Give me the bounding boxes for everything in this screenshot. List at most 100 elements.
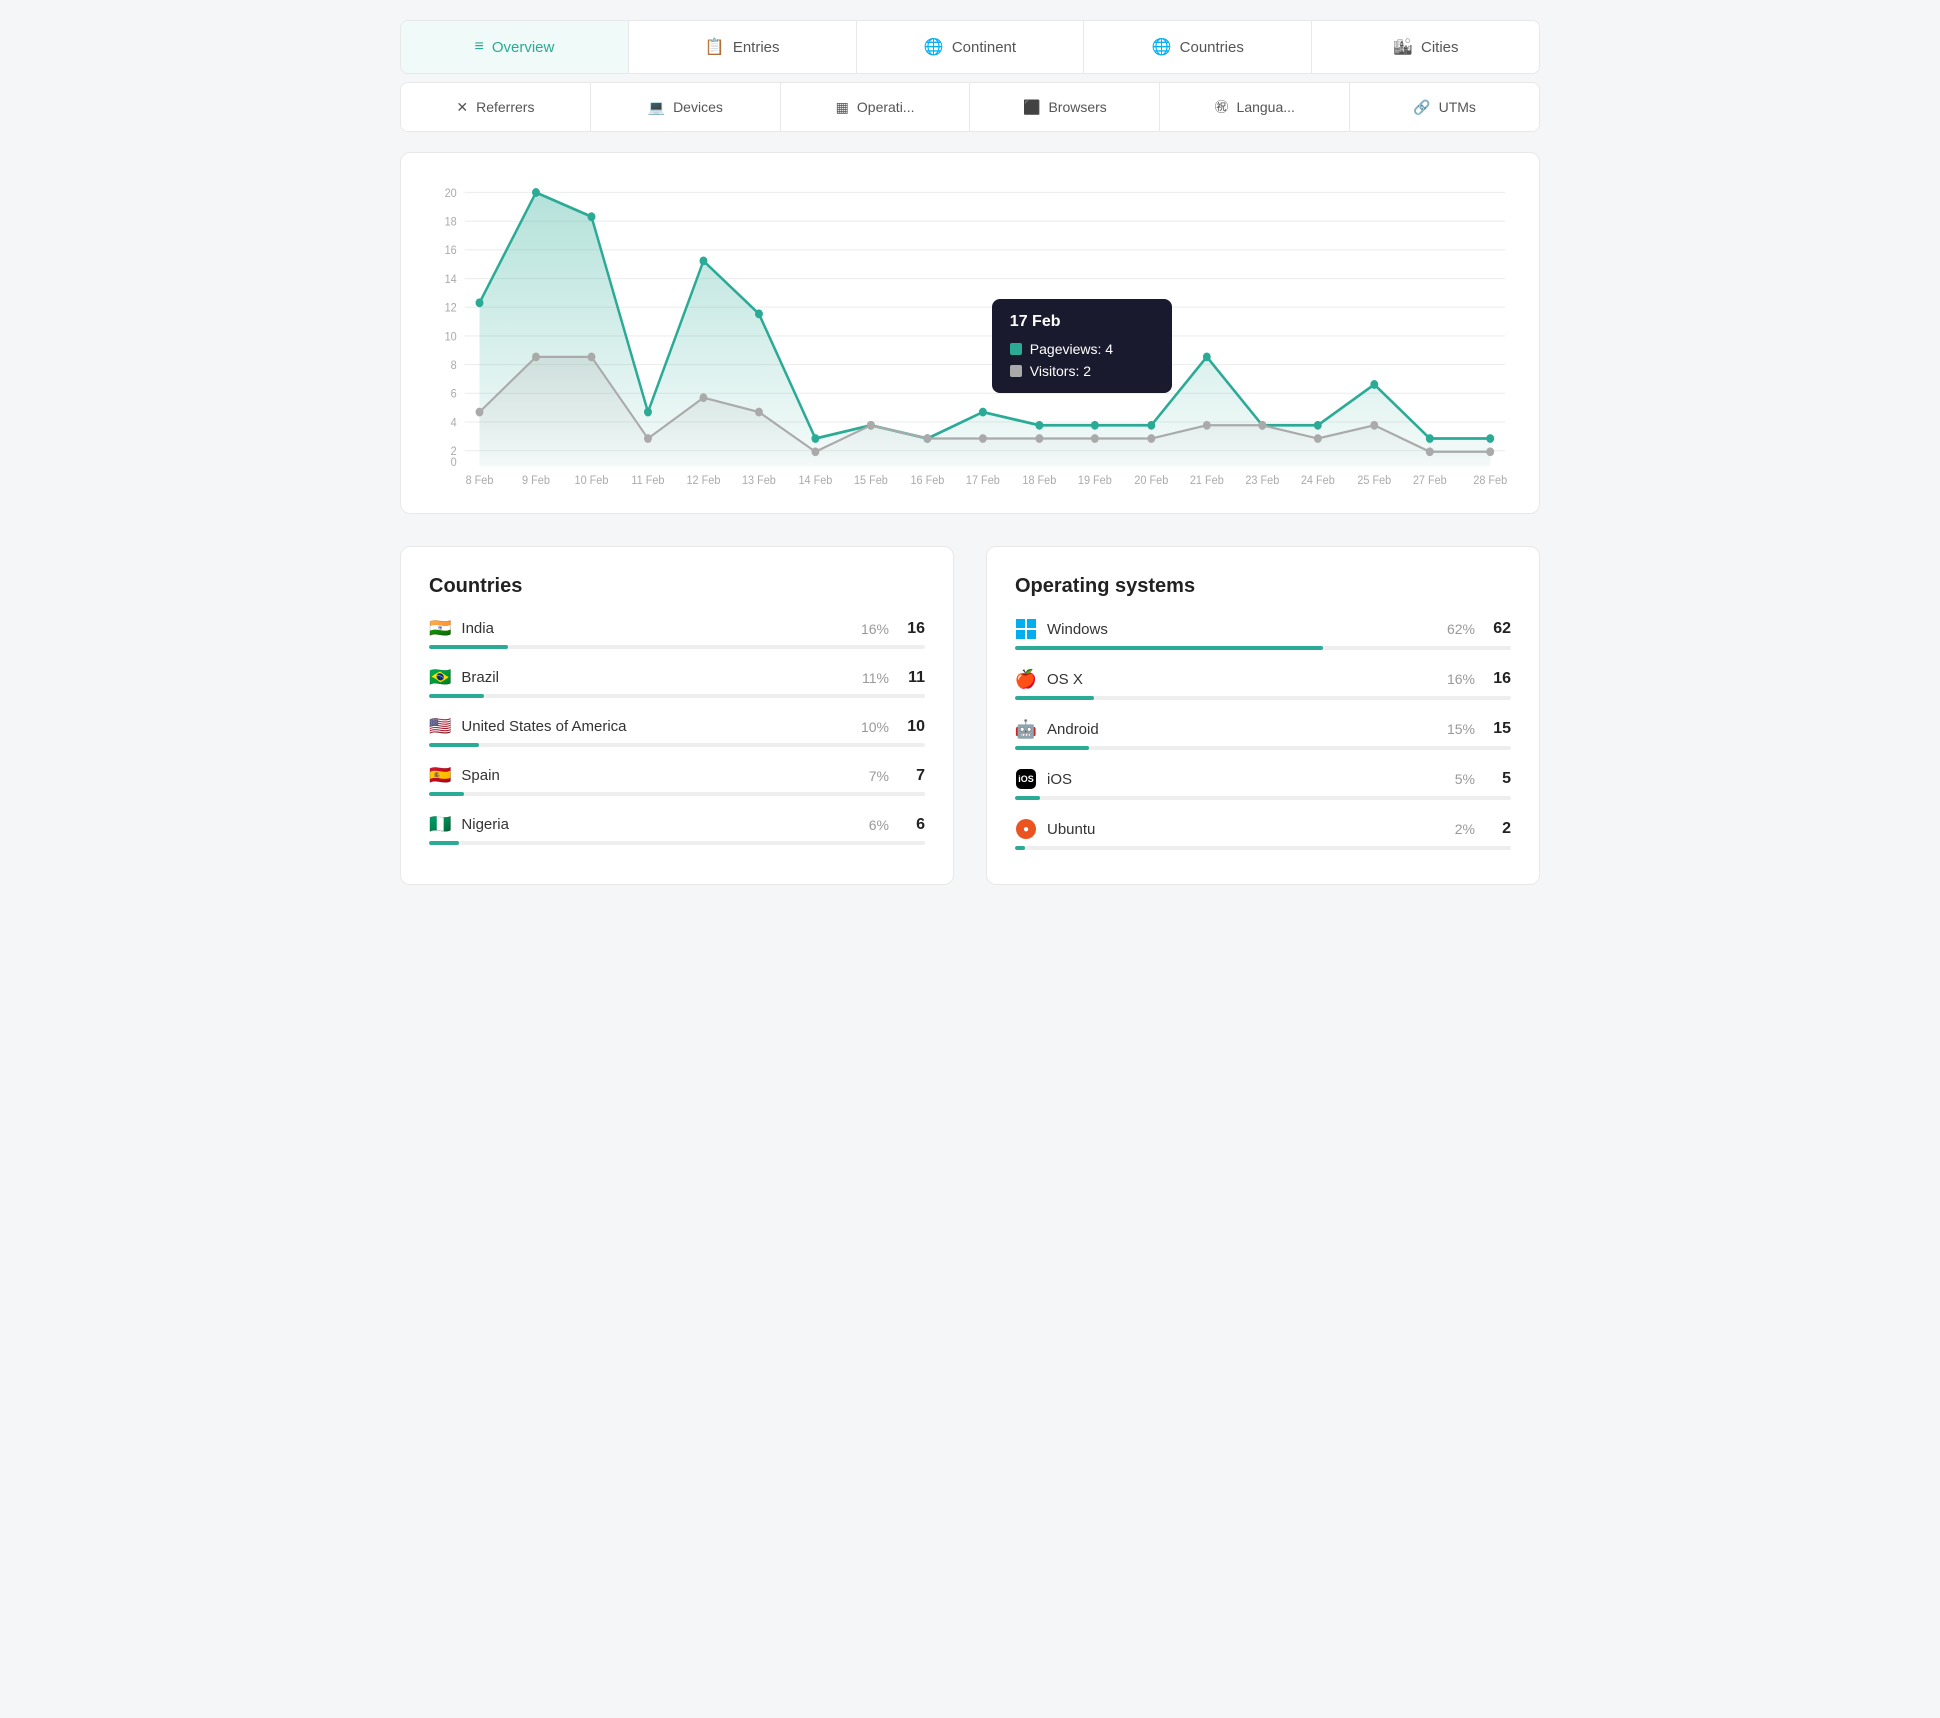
brazil-label: Brazil [461,669,862,686]
svg-text:20: 20 [445,187,457,200]
ios-bar-fill [1015,796,1040,800]
tab-overview-label: Overview [492,39,555,56]
spain-count: 7 [901,767,925,785]
windows-pct: 62% [1447,621,1475,637]
primary-nav: ≡ Overview 📋 Entries 🌐 Continent 🌐 Count… [400,20,1540,74]
countries-title: Countries [429,575,925,598]
country-row-brazil[interactable]: 🇧🇷 Brazil 11% 11 [429,667,925,698]
india-label: India [461,620,861,637]
utms-icon: 🔗 [1413,99,1430,116]
svg-text:28 Feb: 28 Feb [1473,474,1507,487]
svg-text:25 Feb: 25 Feb [1357,474,1391,487]
tab-operating[interactable]: ▦ Operati... [781,83,971,131]
tab-browsers[interactable]: ⬛ Browsers [970,83,1160,131]
nigeria-bar-fill [429,841,459,845]
android-icon: 🤖 [1015,718,1037,740]
spain-bar-fill [429,792,464,796]
svg-text:0: 0 [451,457,457,470]
windows-bar-fill [1015,646,1323,650]
ios-label: iOS [1047,771,1455,788]
india-count: 16 [901,620,925,638]
svg-text:21 Feb: 21 Feb [1190,474,1224,487]
india-pct: 16% [861,621,889,637]
secondary-nav: ✕ Referrers 💻 Devices ▦ Operati... ⬛ Bro… [400,82,1540,132]
windows-bar-track [1015,646,1511,650]
tab-cities[interactable]: 🏙 Cities [1312,21,1539,73]
tab-operating-label: Operati... [857,99,915,115]
svg-text:16 Feb: 16 Feb [910,474,944,487]
android-label: Android [1047,721,1447,738]
osx-label: OS X [1047,671,1447,688]
spain-flag: 🇪🇸 [429,765,451,786]
svg-text:12: 12 [445,302,457,315]
tab-utms-label: UTMs [1439,99,1476,115]
tab-languages[interactable]: ㊗ Langua... [1160,83,1350,131]
tab-utms[interactable]: 🔗 UTMs [1350,83,1539,131]
os-row-windows[interactable]: Windows 62% 62 [1015,618,1511,650]
svg-text:8 Feb: 8 Feb [466,474,494,487]
svg-text:18 Feb: 18 Feb [1022,474,1056,487]
usa-label: United States of America [461,718,861,735]
overview-icon: ≡ [474,38,483,56]
ubuntu-label: Ubuntu [1047,821,1455,838]
nigeria-label: Nigeria [461,816,868,833]
country-row-usa[interactable]: 🇺🇸 United States of America 10% 10 [429,716,925,747]
tab-devices[interactable]: 💻 Devices [591,83,781,131]
android-count: 15 [1487,720,1511,738]
tab-countries[interactable]: 🌐 Countries [1084,21,1312,73]
svg-text:24 Feb: 24 Feb [1301,474,1335,487]
os-title: Operating systems [1015,575,1511,598]
country-row-india[interactable]: 🇮🇳 India 16% 16 [429,618,925,649]
brazil-bar-fill [429,694,484,698]
country-row-nigeria[interactable]: 🇳🇬 Nigeria 6% 6 [429,814,925,845]
os-row-osx[interactable]: 🍎 OS X 16% 16 [1015,668,1511,700]
svg-text:19 Feb: 19 Feb [1078,474,1112,487]
brazil-flag: 🇧🇷 [429,667,451,688]
browsers-icon: ⬛ [1023,99,1040,116]
tab-entries-label: Entries [733,39,780,56]
tab-overview[interactable]: ≡ Overview [401,21,629,73]
svg-text:4: 4 [451,417,458,430]
svg-text:11 Feb: 11 Feb [631,474,664,487]
usa-pct: 10% [861,719,889,735]
tab-cities-label: Cities [1421,39,1459,56]
os-row-ios[interactable]: iOS iOS 5% 5 [1015,768,1511,800]
line-chart: 20 18 16 14 12 10 8 6 4 2 0 [425,177,1515,497]
ios-count: 5 [1487,770,1511,788]
nigeria-count: 6 [901,816,925,834]
brazil-pct: 11% [862,670,889,686]
tab-languages-label: Langua... [1237,99,1295,115]
svg-text:10 Feb: 10 Feb [575,474,609,487]
brazil-count: 11 [901,669,925,687]
usa-count: 10 [901,718,925,736]
android-pct: 15% [1447,721,1475,737]
india-bar-track [429,645,925,649]
chart-area: 20 18 16 14 12 10 8 6 4 2 0 [425,177,1515,497]
usa-flag: 🇺🇸 [429,716,451,737]
chart-container: 20 18 16 14 12 10 8 6 4 2 0 [400,152,1540,514]
svg-text:17 Feb: 17 Feb [966,474,1000,487]
ubuntu-icon: ● [1015,818,1037,840]
tab-entries[interactable]: 📋 Entries [629,21,857,73]
ios-icon: iOS [1015,768,1037,790]
referrers-icon: ✕ [456,99,468,116]
os-row-android[interactable]: 🤖 Android 15% 15 [1015,718,1511,750]
tab-browsers-label: Browsers [1048,99,1106,115]
osx-pct: 16% [1447,671,1475,687]
bottom-panels: Countries 🇮🇳 India 16% 16 🇧🇷 Brazil 11% [400,546,1540,885]
svg-text:20 Feb: 20 Feb [1134,474,1168,487]
windows-count: 62 [1487,620,1511,638]
tab-continent[interactable]: 🌐 Continent [857,21,1085,73]
nigeria-pct: 6% [869,817,889,833]
svg-text:12 Feb: 12 Feb [687,474,721,487]
os-row-ubuntu[interactable]: ● Ubuntu 2% 2 [1015,818,1511,850]
india-flag: 🇮🇳 [429,618,451,639]
android-bar-fill [1015,746,1089,750]
countries-panel: Countries 🇮🇳 India 16% 16 🇧🇷 Brazil 11% [400,546,954,885]
osx-bar-track [1015,696,1511,700]
tab-referrers[interactable]: ✕ Referrers [401,83,591,131]
svg-text:9 Feb: 9 Feb [522,474,550,487]
countries-icon: 🌐 [1152,37,1172,57]
country-row-spain[interactable]: 🇪🇸 Spain 7% 7 [429,765,925,796]
usa-bar-track [429,743,925,747]
